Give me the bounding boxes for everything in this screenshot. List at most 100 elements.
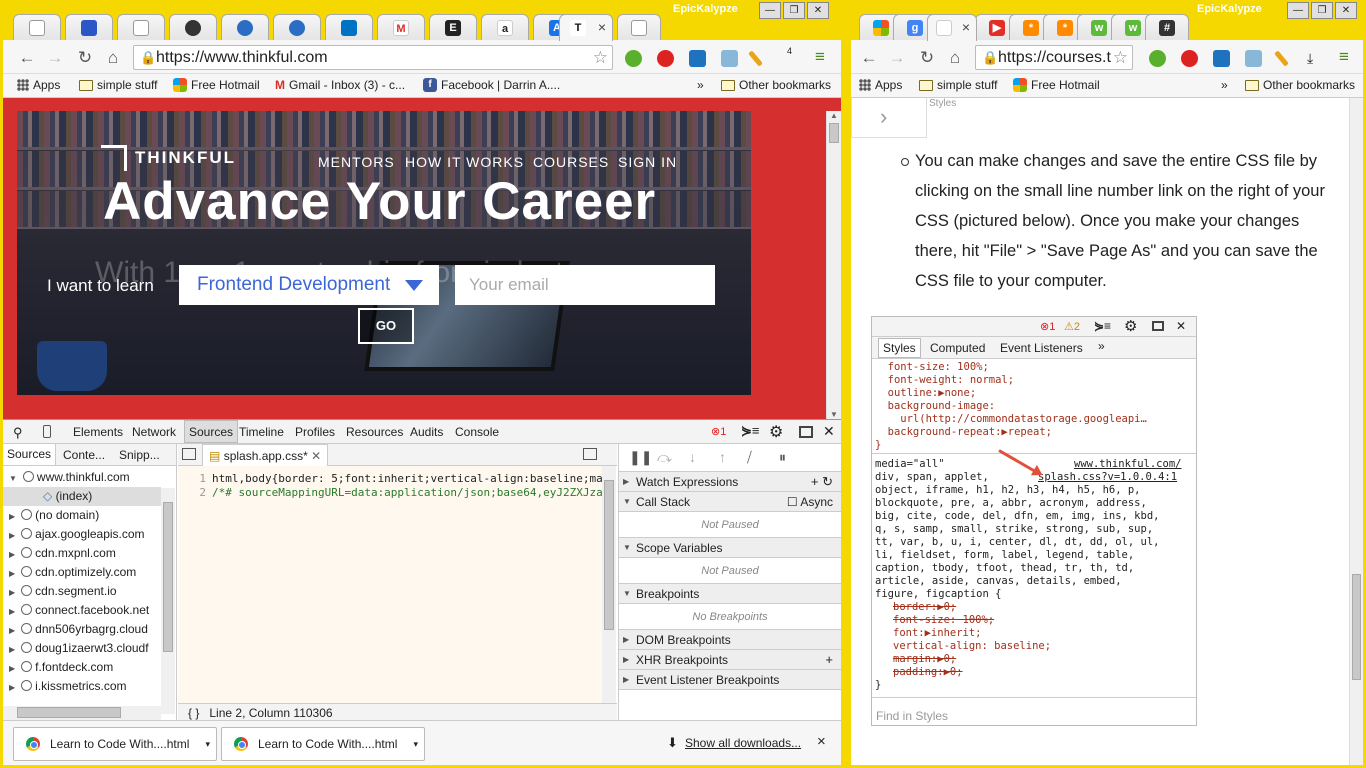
add-icon[interactable]: + ↻ bbox=[811, 472, 833, 492]
tree-vscrollbar[interactable] bbox=[161, 488, 175, 714]
collapsed-arrow-icon[interactable]: ▶ bbox=[9, 645, 15, 654]
sidebar-toggle[interactable]: › bbox=[851, 98, 927, 138]
extension-icon-4[interactable] bbox=[721, 50, 738, 67]
tab-network[interactable]: Network bbox=[132, 425, 176, 439]
go-button[interactable]: GO bbox=[358, 308, 414, 344]
search-icon[interactable]: ⚲ bbox=[13, 425, 23, 441]
close-window-icon[interactable]: ✕ bbox=[1335, 2, 1357, 19]
code-editor[interactable]: 1 html,body{border: 5;font:inherit;verti… bbox=[178, 466, 602, 706]
tree-item[interactable]: ▶ dnn506yrbagrg.cloud bbox=[3, 620, 161, 639]
add-icon[interactable]: + bbox=[825, 650, 833, 670]
tab-timeline[interactable]: Timeline bbox=[239, 425, 284, 439]
download-menu-icon[interactable]: ▾ bbox=[205, 728, 210, 760]
bookmark-gmail[interactable]: M Gmail - Inbox (3) - c... bbox=[275, 78, 405, 92]
collapsed-arrow-icon[interactable]: ▶ bbox=[9, 531, 15, 540]
console-drawer-icon[interactable]: ⋟≡ bbox=[741, 423, 759, 439]
tree-item[interactable]: ▶ cdn.mxpnl.com bbox=[3, 544, 161, 563]
section-xhr-breakpoints[interactable]: XHR Breakpoints+ bbox=[619, 650, 841, 670]
extension-icon-1[interactable] bbox=[625, 50, 642, 67]
extension-icon-3[interactable] bbox=[1213, 50, 1230, 67]
bookmark-simple-stuff[interactable]: simple stuff bbox=[79, 78, 157, 92]
download-item-2[interactable]: Learn to Code With....html ▾ bbox=[221, 727, 425, 761]
collapsed-arrow-icon[interactable]: ▶ bbox=[9, 569, 15, 578]
tab-courses-active[interactable]: × bbox=[927, 14, 977, 41]
extension-icon-1[interactable] bbox=[1149, 50, 1166, 67]
tab-elements[interactable]: Elements bbox=[73, 425, 123, 439]
bookmark-facebook[interactable]: f Facebook | Darrin A.... bbox=[423, 78, 560, 92]
section-event-listener-breakpoints[interactable]: Event Listener Breakpoints bbox=[619, 670, 841, 690]
download-item-1[interactable]: Learn to Code With....html ▾ bbox=[13, 727, 217, 761]
address-bar[interactable]: 🔒 https://www.thinkful.com ☆ bbox=[133, 45, 613, 70]
tab-2[interactable] bbox=[65, 14, 113, 41]
expanded-arrow-icon[interactable]: ▼ bbox=[9, 474, 17, 483]
collapsed-arrow-icon[interactable]: ▶ bbox=[9, 588, 15, 597]
tab-8[interactable]: M bbox=[377, 14, 425, 41]
deactivate-breakpoints-icon[interactable]: ⧸ bbox=[747, 449, 752, 466]
file-tab-close-icon[interactable]: ✕ bbox=[311, 449, 321, 463]
tree-item-index[interactable]: ◇ (index) bbox=[3, 487, 161, 506]
step-over-icon[interactable]: ⤼ bbox=[657, 449, 672, 466]
reload-icon[interactable]: ↻ bbox=[917, 48, 937, 68]
nav-courses[interactable]: COURSES bbox=[533, 154, 609, 170]
subtab-content[interactable]: Conte... bbox=[63, 448, 105, 462]
settings-gear-icon[interactable]: ⚙ bbox=[769, 422, 783, 442]
scroll-down-icon[interactable]: ▼ bbox=[830, 410, 838, 419]
scroll-thumb[interactable] bbox=[1352, 574, 1361, 680]
forward-icon[interactable]: → bbox=[887, 48, 907, 68]
pause-icon[interactable]: ❚❚ bbox=[629, 449, 652, 466]
tab-6[interactable] bbox=[273, 14, 321, 41]
pencil-icon[interactable] bbox=[748, 50, 763, 67]
tab-9[interactable]: E bbox=[429, 14, 477, 41]
tab-13[interactable] bbox=[617, 14, 661, 41]
file-tab[interactable]: ▤ splash.app.css* ✕ bbox=[202, 444, 329, 466]
profile-name[interactable]: EpicKalypze bbox=[673, 3, 738, 15]
bookmark-star-icon[interactable]: ☆ bbox=[1113, 46, 1128, 69]
maximize-icon[interactable]: ❐ bbox=[783, 2, 805, 19]
menu-icon[interactable]: ≡ bbox=[1339, 48, 1349, 65]
nav-how-it-works[interactable]: HOW IT WORKS bbox=[405, 154, 524, 170]
section-breakpoints[interactable]: Breakpoints bbox=[619, 584, 841, 604]
bookmarks-overflow[interactable]: » bbox=[697, 78, 704, 92]
close-tab-icon[interactable]: × bbox=[962, 19, 970, 35]
tree-item[interactable]: ▶ doug1izaerwt3.cloudf bbox=[3, 639, 161, 658]
dock-icon[interactable] bbox=[799, 426, 813, 438]
step-into-icon[interactable]: ↓ bbox=[689, 449, 696, 465]
minimize-icon[interactable]: — bbox=[759, 2, 781, 19]
download-menu-icon[interactable]: ▾ bbox=[413, 728, 418, 760]
tree-item[interactable]: ▼ www.thinkful.com bbox=[3, 468, 161, 487]
tab-1[interactable] bbox=[13, 14, 61, 41]
scroll-thumb[interactable] bbox=[829, 123, 839, 143]
collapsed-arrow-icon[interactable]: ▶ bbox=[9, 550, 15, 559]
tree-item[interactable]: ▶ f.fontdeck.com bbox=[3, 658, 161, 677]
extension-icon-3[interactable] bbox=[689, 50, 706, 67]
collapsed-arrow-icon[interactable]: ▶ bbox=[9, 683, 15, 692]
nav-mentors[interactable]: MENTORS bbox=[318, 154, 395, 170]
thinkful-logo[interactable]: THINKFUL bbox=[101, 145, 236, 171]
toggle-debugger-icon[interactable] bbox=[583, 448, 597, 460]
tab-10[interactable]: a bbox=[481, 14, 529, 41]
home-icon[interactable]: ⌂ bbox=[103, 48, 123, 68]
tree-item[interactable]: ▶ ajax.googleapis.com bbox=[3, 525, 161, 544]
bookmark-apps[interactable]: Apps bbox=[859, 78, 902, 92]
tab-console[interactable]: Console bbox=[455, 425, 499, 439]
tab-thinkful-active[interactable]: T × bbox=[559, 14, 613, 41]
tab-5[interactable] bbox=[221, 14, 269, 41]
section-dom-breakpoints[interactable]: DOM Breakpoints bbox=[619, 630, 841, 650]
tree-item[interactable]: ▶ (no domain) bbox=[3, 506, 161, 525]
reload-icon[interactable]: ↻ bbox=[75, 48, 95, 68]
show-all-downloads-link[interactable]: Show all downloads... bbox=[685, 736, 801, 750]
step-out-icon[interactable]: ↑ bbox=[719, 449, 726, 465]
back-icon[interactable]: ← bbox=[859, 48, 879, 68]
course-select[interactable]: Frontend Development bbox=[179, 265, 439, 305]
editor-vscrollbar[interactable] bbox=[602, 466, 616, 706]
devtools-close-icon[interactable]: ✕ bbox=[823, 423, 835, 440]
section-watch-expressions[interactable]: Watch Expressions+ ↻ bbox=[619, 472, 841, 492]
collapsed-arrow-icon[interactable]: ▶ bbox=[9, 512, 15, 521]
forward-icon[interactable]: → bbox=[45, 48, 65, 68]
address-bar[interactable]: 🔒 https://courses.t ☆ bbox=[975, 45, 1133, 70]
tree-item[interactable]: ▶ i.kissmetrics.com bbox=[3, 677, 161, 696]
toggle-navigator-icon[interactable] bbox=[182, 448, 196, 460]
maximize-icon[interactable]: ❐ bbox=[1311, 2, 1333, 19]
tab-sources[interactable]: Sources bbox=[184, 420, 239, 443]
menu-icon[interactable]: ≡ bbox=[815, 48, 825, 65]
